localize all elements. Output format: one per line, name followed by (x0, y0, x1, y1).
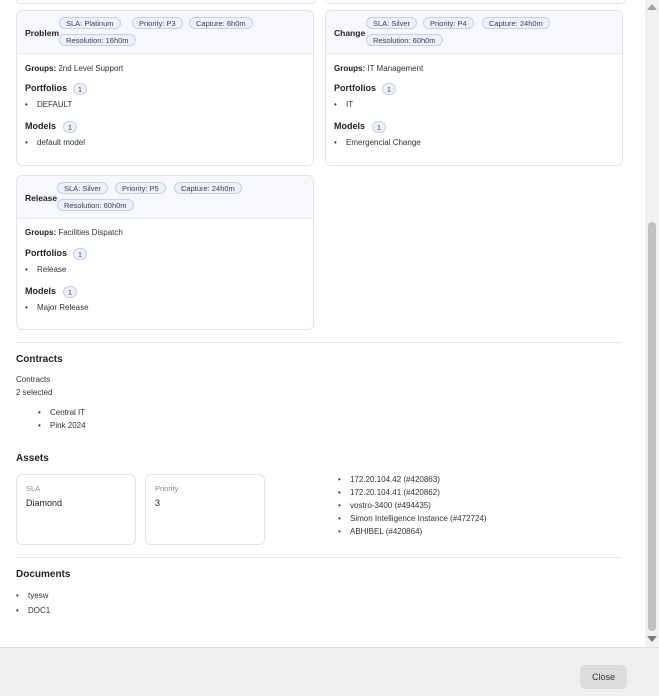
groups-value: IT Management (367, 64, 424, 73)
groups-label: Groups: (25, 64, 57, 73)
scroll-down-arrow-icon[interactable] (647, 636, 657, 642)
section-divider (16, 342, 622, 343)
capture-badge: Capture: 6h0m (189, 17, 253, 29)
models-heading: Models (25, 121, 57, 131)
sla-badge: SLA: Silver (366, 17, 418, 29)
capture-badge: Capture: 24h0m (174, 182, 242, 194)
models-count-badge: 1 (372, 121, 386, 133)
resolution-badge: Resolution: 60h0m (366, 34, 443, 46)
priority-value: 3 (155, 498, 161, 508)
groups-label: Groups: (25, 228, 57, 237)
card-title: Problem (25, 28, 60, 38)
priority-badge: Priority: P5 (115, 182, 166, 194)
scrollbar-thumb[interactable] (648, 222, 656, 631)
groups-row: Groups: 2nd Level Support (25, 64, 123, 73)
portfolios-count-badge: 1 (73, 83, 87, 95)
sla-stat-box: SLA Diamond (16, 474, 136, 545)
portfolio-item: DEFAULT (25, 100, 72, 109)
contracts-section-title: Contracts (16, 354, 63, 365)
category-card-problem: Problem SLA: Platinum Priority: P3 Captu… (16, 10, 314, 166)
capture-badge: Capture: 24h0m (482, 17, 550, 29)
contract-item: Central IT (38, 408, 85, 417)
priority-label: Priority (155, 484, 179, 493)
priority-badge: Priority: P4 (423, 17, 474, 29)
models-heading: Models (25, 286, 57, 296)
portfolios-heading: Portfolios (25, 248, 67, 258)
resolution-badge: Resolution: 60h0m (57, 199, 134, 211)
portfolios-count-badge: 1 (382, 83, 396, 95)
sla-badge: SLA: Platinum (59, 17, 121, 29)
priority-badge: Priority: P3 (132, 17, 183, 29)
document-item: tyesw (16, 591, 48, 600)
asset-item: Simon Intelligence Instance (#472724) (338, 514, 487, 523)
vertical-scrollbar[interactable] (645, 0, 659, 647)
groups-row: Groups: IT Management (334, 64, 423, 73)
resolution-badge: Resolution: 16h0m (59, 34, 136, 46)
assets-section-title: Assets (16, 453, 49, 464)
contract-item: Pink 2024 (38, 421, 86, 430)
card-title: Release (25, 193, 58, 203)
document-item: DOC1 (16, 606, 50, 615)
sla-badge: SLA: Silver (57, 182, 109, 194)
contracts-selected-count: 2 selected (16, 388, 53, 397)
asset-item: ABHIBEL (#420864) (338, 527, 422, 536)
portfolios-heading: Portfolios (25, 83, 67, 93)
card-title: Change (334, 28, 366, 38)
portfolio-item: IT (334, 100, 353, 109)
model-item: Major Release (25, 303, 89, 312)
models-count-badge: 1 (63, 286, 77, 298)
asset-item: 172.20.104.41 (#420862) (338, 488, 440, 497)
sla-label: SLA (26, 484, 41, 493)
asset-item: 172.20.104.42 (#420863) (338, 475, 440, 484)
groups-value: Facilities Dispatch (58, 228, 123, 237)
close-button[interactable]: Close (580, 665, 627, 689)
groups-row: Groups: Facilities Dispatch (25, 228, 123, 237)
modal-content: Problem SLA: Platinum Priority: P3 Captu… (0, 0, 645, 647)
scroll-up-arrow-icon[interactable] (647, 4, 657, 10)
portfolios-count-badge: 1 (73, 248, 87, 260)
portfolios-heading: Portfolios (334, 83, 376, 93)
priority-stat-box: Priority 3 (145, 474, 265, 545)
models-count-badge: 1 (63, 121, 77, 133)
model-item: default model (25, 138, 85, 147)
groups-value: 2nd Level Support (58, 64, 124, 73)
previous-card-edge (16, 0, 316, 4)
contracts-field-label: Contracts (16, 375, 51, 384)
models-heading: Models (334, 121, 366, 131)
portfolio-item: Release (25, 265, 66, 274)
model-item: Emergencial Change (334, 138, 421, 147)
card-header: Release SLA: Silver Priority: P5 Capture… (17, 176, 313, 219)
category-card-change: Change SLA: Silver Priority: P4 Capture:… (325, 10, 623, 166)
card-header: Problem SLA: Platinum Priority: P3 Captu… (17, 11, 313, 54)
previous-card-edge (325, 0, 625, 4)
asset-item: vostro-3400 (#494435) (338, 501, 431, 510)
section-divider (16, 557, 622, 558)
category-card-release: Release SLA: Silver Priority: P5 Capture… (16, 175, 314, 330)
card-header: Change SLA: Silver Priority: P4 Capture:… (326, 11, 622, 54)
sla-value: Diamond (26, 498, 63, 508)
groups-label: Groups: (334, 64, 366, 73)
documents-section-title: Documents (16, 569, 71, 580)
modal-footer: Close (0, 647, 659, 696)
